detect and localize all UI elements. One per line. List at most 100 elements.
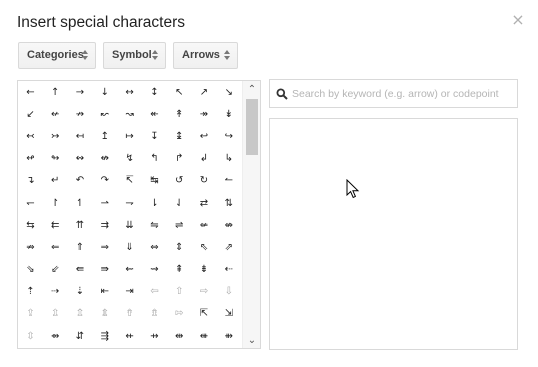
character-cell[interactable]: ⇚ <box>68 259 93 281</box>
character-cell[interactable]: ⇆ <box>18 214 43 236</box>
character-cell[interactable]: ⇄ <box>192 192 217 214</box>
symbol-dropdown[interactable]: Symbol <box>103 42 166 69</box>
character-cell[interactable]: ↼ <box>216 170 241 192</box>
search-input[interactable] <box>292 81 514 106</box>
character-cell[interactable]: ⇐ <box>43 236 68 258</box>
character-cell[interactable]: ↠ <box>192 103 217 125</box>
character-cell[interactable]: ⇭ <box>92 303 117 325</box>
character-cell[interactable]: ↻ <box>192 170 217 192</box>
arrows-dropdown[interactable]: Arrows <box>173 42 238 69</box>
character-cell[interactable]: ↷ <box>92 170 117 192</box>
character-preview-area[interactable] <box>269 118 518 350</box>
scrollbar-thumb[interactable] <box>246 99 258 155</box>
character-cell[interactable]: ↡ <box>216 103 241 125</box>
character-cell[interactable]: ⇖ <box>192 236 217 258</box>
character-cell[interactable]: ⇧ <box>167 281 192 303</box>
character-cell[interactable]: ⇈ <box>68 214 93 236</box>
character-cell[interactable]: ⇡ <box>18 281 43 303</box>
character-cell[interactable]: ⇵ <box>68 325 93 347</box>
character-cell[interactable]: ↹ <box>142 170 167 192</box>
character-cell[interactable]: ⇠ <box>216 259 241 281</box>
character-cell[interactable]: ↔ <box>117 81 142 103</box>
scroll-up-icon[interactable]: ⌃ <box>247 85 257 95</box>
character-cell[interactable]: ⇗ <box>216 236 241 258</box>
character-cell[interactable]: ⇝ <box>142 259 167 281</box>
character-cell[interactable]: ↣ <box>43 125 68 147</box>
character-cell[interactable]: ⇇ <box>43 214 68 236</box>
character-cell[interactable]: ⇱ <box>192 303 217 325</box>
character-cell[interactable]: ⇟ <box>192 259 217 281</box>
character-cell[interactable]: ⇃ <box>167 192 192 214</box>
character-cell[interactable]: ↘ <box>216 81 241 103</box>
character-cell[interactable]: ⇔ <box>142 236 167 258</box>
character-cell[interactable]: ↮ <box>92 148 117 170</box>
character-cell[interactable]: ↕ <box>142 81 167 103</box>
character-cell[interactable]: ↴ <box>18 170 43 192</box>
character-cell[interactable]: ⇫ <box>43 303 68 325</box>
character-cell[interactable]: ⇪ <box>18 303 43 325</box>
character-cell[interactable]: ⇓ <box>117 236 142 258</box>
character-cell[interactable]: ⇯ <box>142 303 167 325</box>
character-cell[interactable]: ↢ <box>18 125 43 147</box>
character-cell[interactable]: ⇥ <box>117 281 142 303</box>
character-cell[interactable]: ⇻ <box>216 325 241 347</box>
character-cell[interactable]: ↪ <box>216 125 241 147</box>
scroll-down-icon[interactable]: ⌄ <box>247 336 257 346</box>
character-cell[interactable]: ↓ <box>92 81 117 103</box>
character-cell[interactable]: ⇸ <box>142 325 167 347</box>
character-cell[interactable]: ⇨ <box>192 281 217 303</box>
character-cell[interactable]: ⇺ <box>192 325 217 347</box>
character-cell[interactable]: ↲ <box>192 148 217 170</box>
character-cell[interactable]: ↬ <box>43 148 68 170</box>
character-cell[interactable]: ⇦ <box>142 281 167 303</box>
character-cell[interactable]: ⇬ <box>68 303 93 325</box>
character-cell[interactable]: ⇳ <box>18 325 43 347</box>
character-cell[interactable]: ⇢ <box>43 281 68 303</box>
character-cell[interactable]: ↰ <box>142 148 167 170</box>
character-cell[interactable]: ↶ <box>68 170 93 192</box>
character-cell[interactable]: ↩ <box>192 125 217 147</box>
character-cell[interactable]: ↵ <box>43 170 68 192</box>
character-cell[interactable]: ⇅ <box>216 192 241 214</box>
character-cell[interactable]: ↟ <box>167 103 192 125</box>
character-cell[interactable]: ⇮ <box>117 303 142 325</box>
character-cell[interactable]: ⇁ <box>117 192 142 214</box>
character-cell[interactable]: ← <box>18 81 43 103</box>
character-cell[interactable]: ⇍ <box>192 214 217 236</box>
character-cell[interactable]: ⇏ <box>18 236 43 258</box>
search-box[interactable] <box>269 79 518 108</box>
character-cell[interactable]: ↜ <box>92 103 117 125</box>
character-cell[interactable]: ↺ <box>167 170 192 192</box>
character-cell[interactable]: ⇷ <box>117 325 142 347</box>
character-cell[interactable]: ↱ <box>167 148 192 170</box>
character-cell[interactable]: ↸ <box>117 170 142 192</box>
character-cell[interactable]: ⇞ <box>167 259 192 281</box>
character-cell[interactable]: → <box>68 81 93 103</box>
character-cell[interactable]: ↞ <box>142 103 167 125</box>
character-cell[interactable]: ⇹ <box>167 325 192 347</box>
character-cell[interactable]: ⇀ <box>92 192 117 214</box>
character-cell[interactable]: ↽ <box>18 192 43 214</box>
close-icon[interactable]: × <box>511 12 525 28</box>
character-cell[interactable]: ⇛ <box>92 259 117 281</box>
character-cell[interactable]: ⇩ <box>216 281 241 303</box>
character-cell[interactable]: ↨ <box>167 125 192 147</box>
grid-scrollbar[interactable]: ⌃ ⌄ <box>242 81 260 348</box>
character-cell[interactable]: ↯ <box>117 148 142 170</box>
character-cell[interactable]: ↭ <box>68 148 93 170</box>
character-cell[interactable]: ⇂ <box>142 192 167 214</box>
character-cell[interactable]: ↗ <box>192 81 217 103</box>
character-cell[interactable]: ↥ <box>92 125 117 147</box>
character-cell[interactable]: ⇌ <box>167 214 192 236</box>
character-cell[interactable]: ↾ <box>43 192 68 214</box>
character-cell[interactable]: ↳ <box>216 148 241 170</box>
character-cell[interactable]: ⇤ <box>92 281 117 303</box>
character-cell[interactable]: ⇋ <box>142 214 167 236</box>
character-cell[interactable]: ↿ <box>68 192 93 214</box>
character-cell[interactable]: ⇲ <box>216 303 241 325</box>
character-cell[interactable]: ↫ <box>18 148 43 170</box>
character-cell[interactable]: ⇴ <box>43 325 68 347</box>
character-cell[interactable]: ⇒ <box>92 236 117 258</box>
character-cell[interactable]: ⇑ <box>68 236 93 258</box>
character-cell[interactable]: ⇘ <box>18 259 43 281</box>
